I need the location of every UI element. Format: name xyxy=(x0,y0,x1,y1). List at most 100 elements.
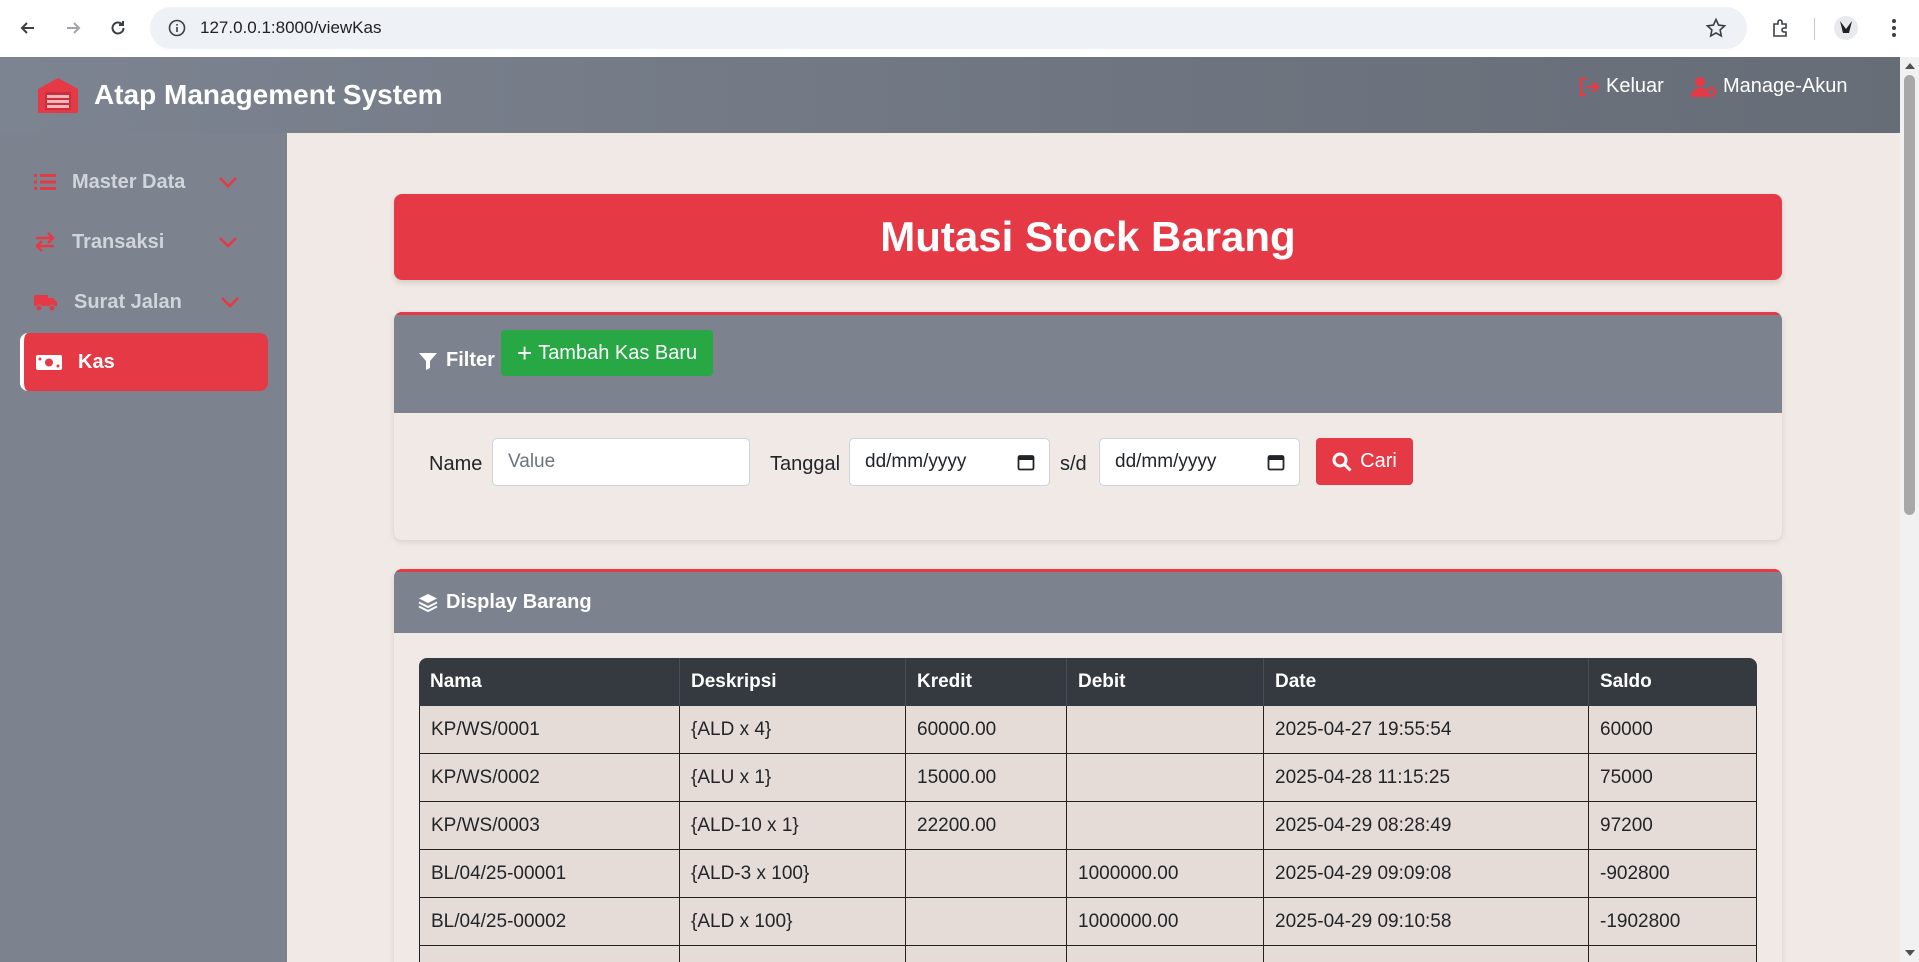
list-icon xyxy=(34,174,56,190)
logout-link[interactable]: Keluar xyxy=(1578,75,1664,98)
table-cell xyxy=(680,946,906,962)
brand-title: Atap Management System xyxy=(94,79,443,110)
table-cell: 60000.00 xyxy=(906,706,1067,754)
sidebar-item-surat-jalan[interactable]: Surat Jalan xyxy=(20,273,268,331)
table-cell: KP/WS/0003 xyxy=(419,802,680,850)
search-label: Cari xyxy=(1360,450,1397,472)
chevron-down-icon xyxy=(221,297,239,308)
column-header: Saldo xyxy=(1589,658,1757,706)
sidebar-item-label: Surat Jalan xyxy=(74,290,182,313)
brand[interactable]: Atap Management System xyxy=(36,75,443,115)
table-cell: 60000 xyxy=(1589,706,1757,754)
scroll-up-arrow[interactable] xyxy=(1905,63,1915,69)
table-row: KP/WS/0002 {ALU x 1} 15000.00 2025-04-28… xyxy=(419,754,1757,802)
arrow-left-icon xyxy=(20,22,34,34)
name-placeholder: Value xyxy=(508,451,556,472)
column-header: Debit xyxy=(1067,658,1264,706)
table-cell: 97200 xyxy=(1589,802,1757,850)
star-icon[interactable] xyxy=(1705,17,1727,39)
display-card: Display Barang Nama Deskripsi Kredit Deb… xyxy=(394,569,1782,962)
sidebar-item-transaksi[interactable]: Transaksi xyxy=(20,213,268,271)
filter-card: Filter + Tambah Kas Baru Name Value Tang… xyxy=(394,312,1782,540)
date-from-value: dd/mm/yyyy xyxy=(865,451,967,472)
table-cell: -1902800 xyxy=(1589,898,1757,946)
calendar-icon[interactable] xyxy=(1267,453,1285,471)
info-icon[interactable] xyxy=(168,19,186,37)
browser-toolbar: 127.0.0.1:8000/viewKas xyxy=(0,0,1919,57)
table-cell: {ALU x 1} xyxy=(680,754,906,802)
table-row: BL/04/25-00001 {ALD-3 x 100} 1000000.00 … xyxy=(419,850,1757,898)
table-cell: KP/WS/0001 xyxy=(419,706,680,754)
manage-account-label: Manage-Akun xyxy=(1723,75,1848,97)
date-to-value: dd/mm/yyyy xyxy=(1115,451,1217,472)
menu-button[interactable] xyxy=(1880,14,1908,42)
date-label: Tanggal xyxy=(770,453,841,475)
sidebar-item-kas[interactable]: Kas xyxy=(20,333,268,391)
filter-icon xyxy=(419,352,437,370)
table-cell: {ALD x 100} xyxy=(680,898,906,946)
table-cell: KP/WS/0002 xyxy=(419,754,680,802)
table-cell: 2025-04-29 09:09:08 xyxy=(1264,850,1589,898)
scroll-down-arrow[interactable] xyxy=(1905,950,1915,956)
sidebar: Master Data Transaksi Surat Jalan Kas xyxy=(0,133,287,962)
table-cell: {ALD x 4} xyxy=(680,706,906,754)
column-header: Date xyxy=(1264,658,1589,706)
table-cell: BL/04/25-00001 xyxy=(419,850,680,898)
table-cell: {ALD-3 x 100} xyxy=(680,850,906,898)
sidebar-item-label: Master Data xyxy=(72,170,186,193)
exchange-icon xyxy=(35,232,55,252)
table-cell xyxy=(1067,946,1264,962)
address-bar[interactable]: 127.0.0.1:8000/viewKas xyxy=(150,7,1747,49)
user-cog-icon xyxy=(1691,76,1717,97)
display-heading: Display Barang xyxy=(418,591,592,614)
extensions-button[interactable] xyxy=(1767,14,1795,42)
date-to-input[interactable]: dd/mm/yyyy xyxy=(1099,438,1300,486)
forward-button[interactable] xyxy=(59,14,87,42)
back-button[interactable] xyxy=(14,14,42,42)
table-cell xyxy=(1264,946,1589,962)
reload-icon xyxy=(111,21,125,35)
manage-account-link[interactable]: Manage-Akun xyxy=(1691,75,1848,98)
table-cell: 75000 xyxy=(1589,754,1757,802)
table-cell: 2025-04-29 08:28:49 xyxy=(1264,802,1589,850)
table-cell xyxy=(906,898,1067,946)
table-cell xyxy=(1067,802,1264,850)
sidebar-item-label: Kas xyxy=(78,350,115,373)
reload-button[interactable] xyxy=(104,14,132,42)
table-row: KP/WS/0003 {ALD-10 x 1} 22200.00 2025-04… xyxy=(419,802,1757,850)
sign-out-icon xyxy=(1579,77,1600,96)
avatar xyxy=(1834,16,1858,40)
name-input[interactable]: Value xyxy=(492,438,750,486)
date-from-input[interactable]: dd/mm/yyyy xyxy=(849,438,1050,486)
name-label: Name xyxy=(429,453,483,475)
calendar-icon[interactable] xyxy=(1017,453,1035,471)
search-button[interactable]: Cari xyxy=(1316,438,1413,485)
display-heading-label: Display Barang xyxy=(446,591,592,613)
table-cell xyxy=(906,946,1067,962)
chevron-down-icon xyxy=(219,237,237,248)
plus-icon: + xyxy=(517,338,533,368)
search-icon xyxy=(1332,452,1352,472)
add-kas-button[interactable]: + Tambah Kas Baru xyxy=(501,330,714,376)
profile-button[interactable] xyxy=(1832,14,1860,42)
money-icon xyxy=(36,355,62,370)
page-scrollbar[interactable] xyxy=(1900,57,1919,962)
table-cell: 1000000.00 xyxy=(1067,898,1264,946)
url-text[interactable]: 127.0.0.1:8000/viewKas xyxy=(200,18,381,38)
display-card-header: Display Barang xyxy=(394,569,1782,633)
sidebar-item-master-data[interactable]: Master Data xyxy=(20,153,268,211)
page-title-banner: Mutasi Stock Barang xyxy=(394,194,1782,280)
app-header: Atap Management System Keluar Manage-Aku… xyxy=(0,57,1900,133)
warehouse-icon xyxy=(38,78,78,113)
table-cell xyxy=(906,850,1067,898)
filter-heading-label: Filter xyxy=(446,349,495,371)
column-header: Nama xyxy=(419,658,680,706)
logout-label: Keluar xyxy=(1606,75,1664,97)
scrollbar-thumb[interactable] xyxy=(1904,75,1915,515)
table-row xyxy=(419,946,1757,962)
arrow-right-icon xyxy=(67,22,81,34)
table-row: BL/04/25-00002 {ALD x 100} 1000000.00 20… xyxy=(419,898,1757,946)
add-kas-label: Tambah Kas Baru xyxy=(538,341,698,364)
table-cell: BL/04/25-00002 xyxy=(419,898,680,946)
main-content: Mutasi Stock Barang Filter + Tambah Kas … xyxy=(287,133,1900,962)
